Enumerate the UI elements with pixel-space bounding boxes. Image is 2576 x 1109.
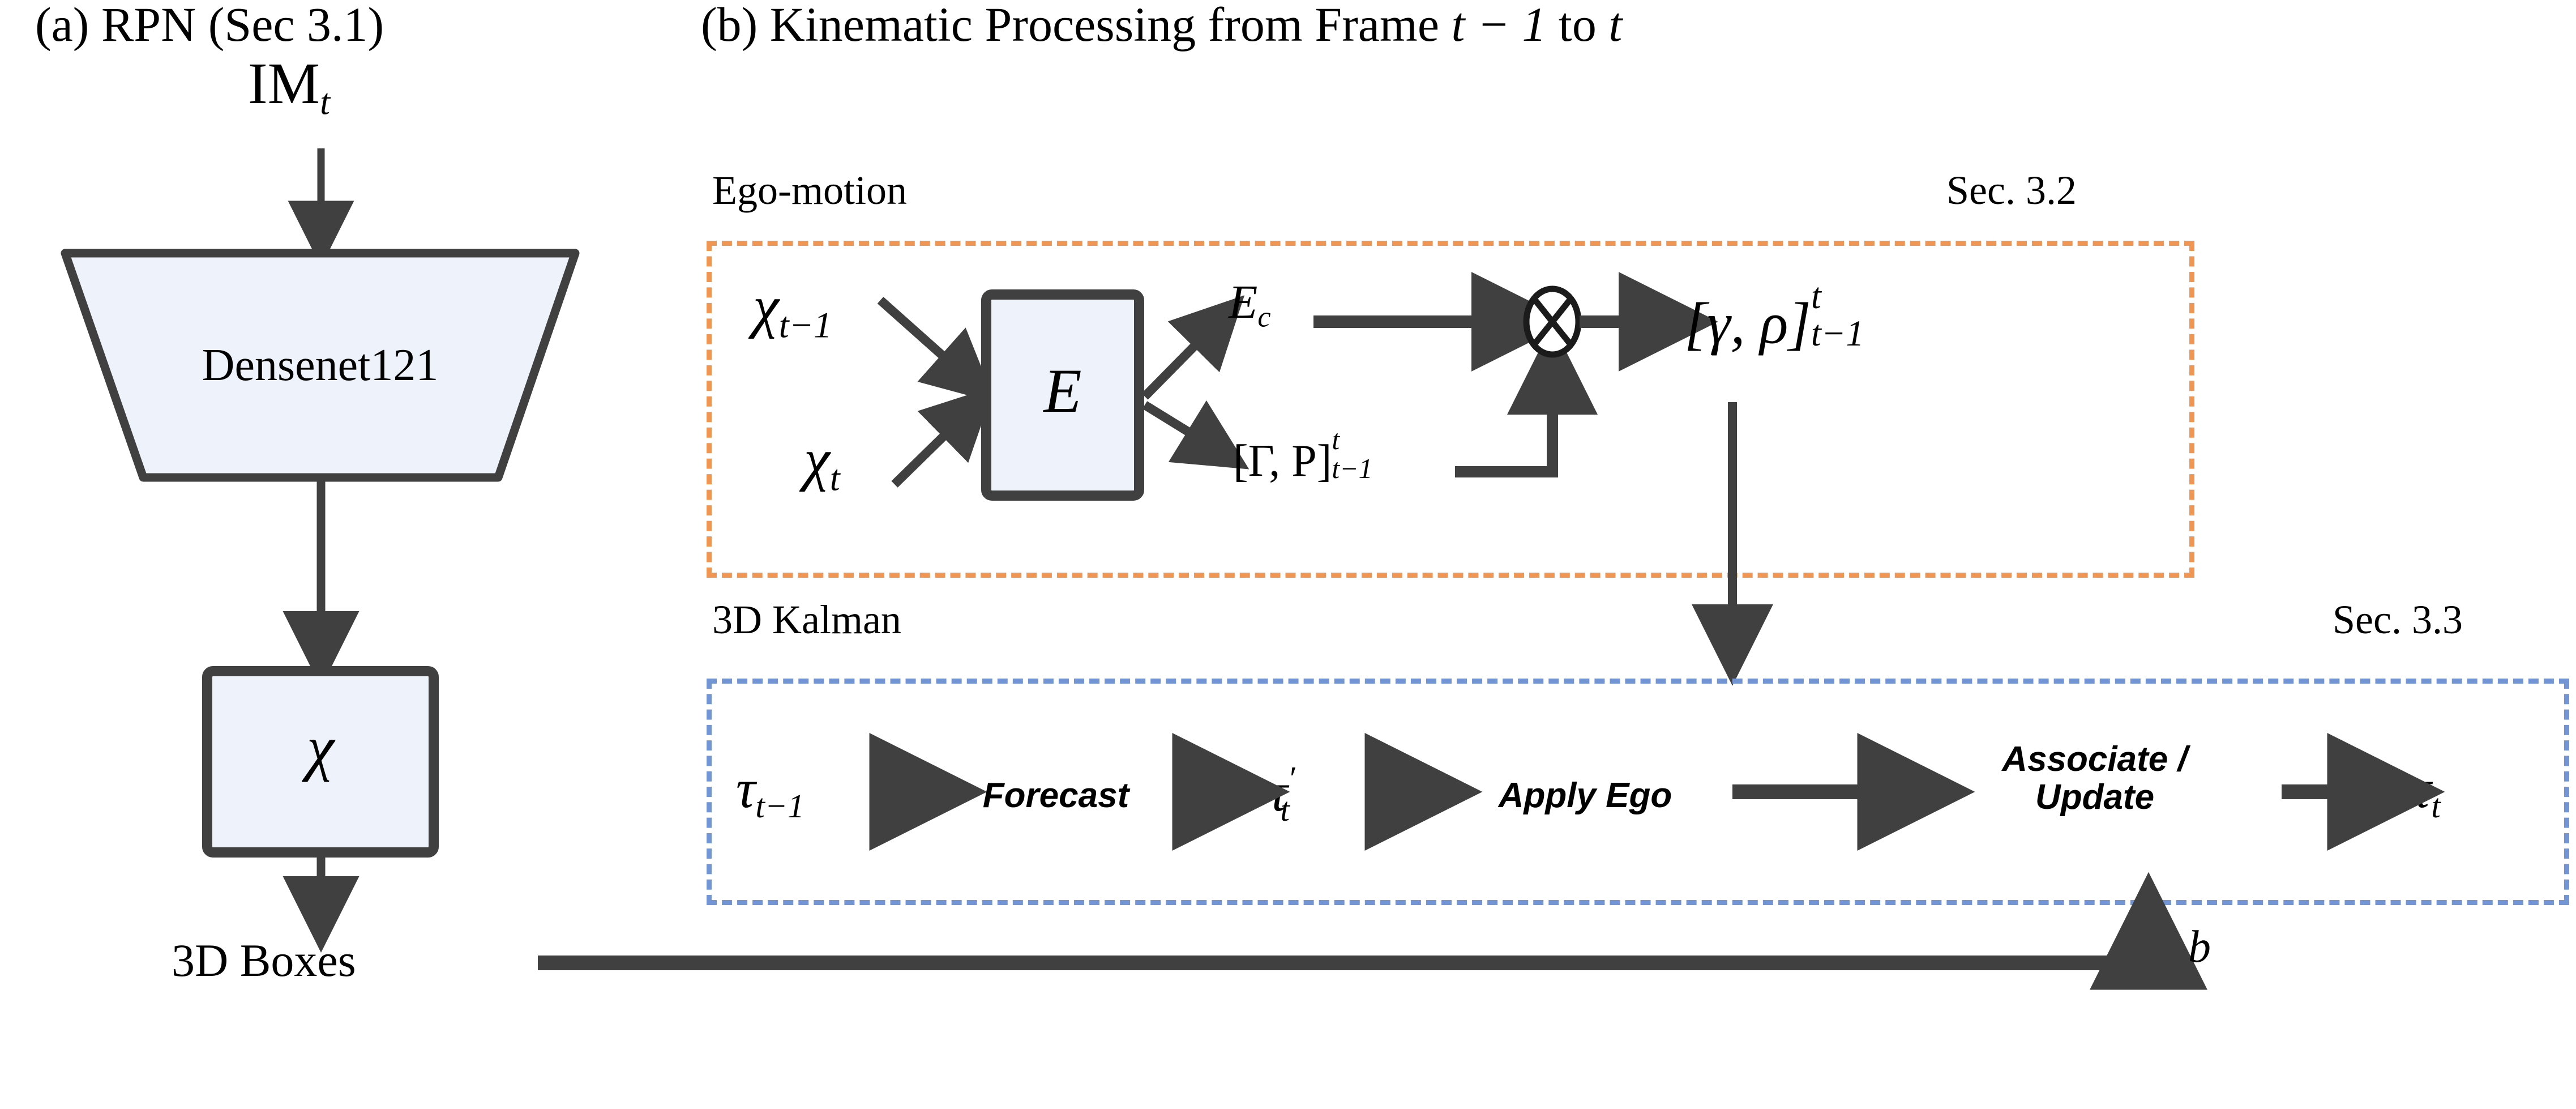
feedback-label-b: b [2188, 922, 2211, 972]
arrow-boxes-feedback-to-kalman [538, 872, 2207, 990]
figure-canvas: (a) RPN (Sec 3.1) (b) Kinematic Processi… [0, 0, 2576, 1109]
